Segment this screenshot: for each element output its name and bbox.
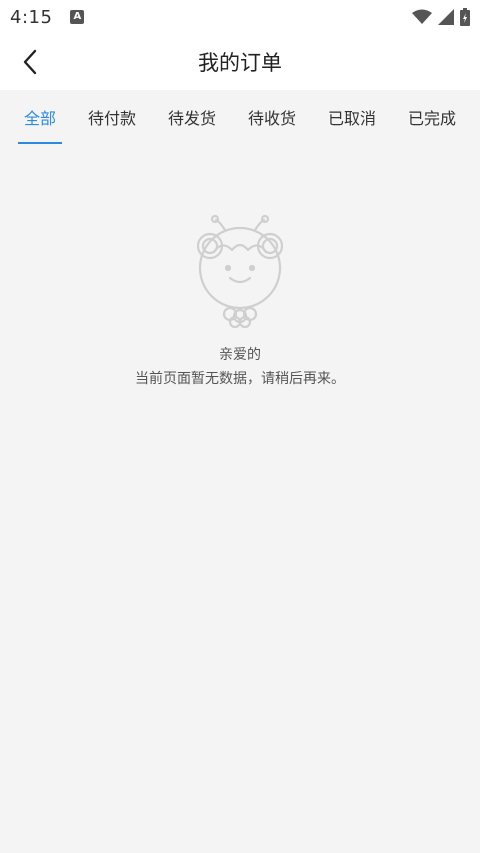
tab-pending-shipment[interactable]: 待发货 <box>162 90 222 144</box>
tab-all[interactable]: 全部 <box>17 90 63 144</box>
status-time: 4:15 <box>10 6 53 28</box>
empty-state: 亲爱的 当前页面暂无数据，请稍后再来。 <box>0 210 480 388</box>
tab-completed[interactable]: 已完成 <box>402 90 462 144</box>
tab-cancelled[interactable]: 已取消 <box>322 90 382 144</box>
tab-pending-payment[interactable]: 待付款 <box>82 90 142 144</box>
a-box-icon: A <box>70 10 85 24</box>
app-header: 我的订单 <box>0 34 480 90</box>
order-tabs: 全部 待付款 待发货 待收货 已取消 已完成 <box>0 90 480 144</box>
empty-title: 亲爱的 <box>219 347 261 363</box>
tab-pending-receipt[interactable]: 待收货 <box>242 90 302 144</box>
chevron-left-icon <box>23 49 37 75</box>
empty-mascot-icon <box>196 214 284 329</box>
signal-icon <box>438 9 454 25</box>
battery-icon <box>460 8 470 26</box>
status-icons <box>412 8 470 26</box>
empty-message: 当前页面暂无数据，请稍后再来。 <box>135 371 345 387</box>
status-bar: 4:15 A <box>0 0 480 34</box>
page-title: 我的订单 <box>198 51 282 75</box>
wifi-icon <box>412 9 432 24</box>
back-button[interactable] <box>12 42 48 82</box>
